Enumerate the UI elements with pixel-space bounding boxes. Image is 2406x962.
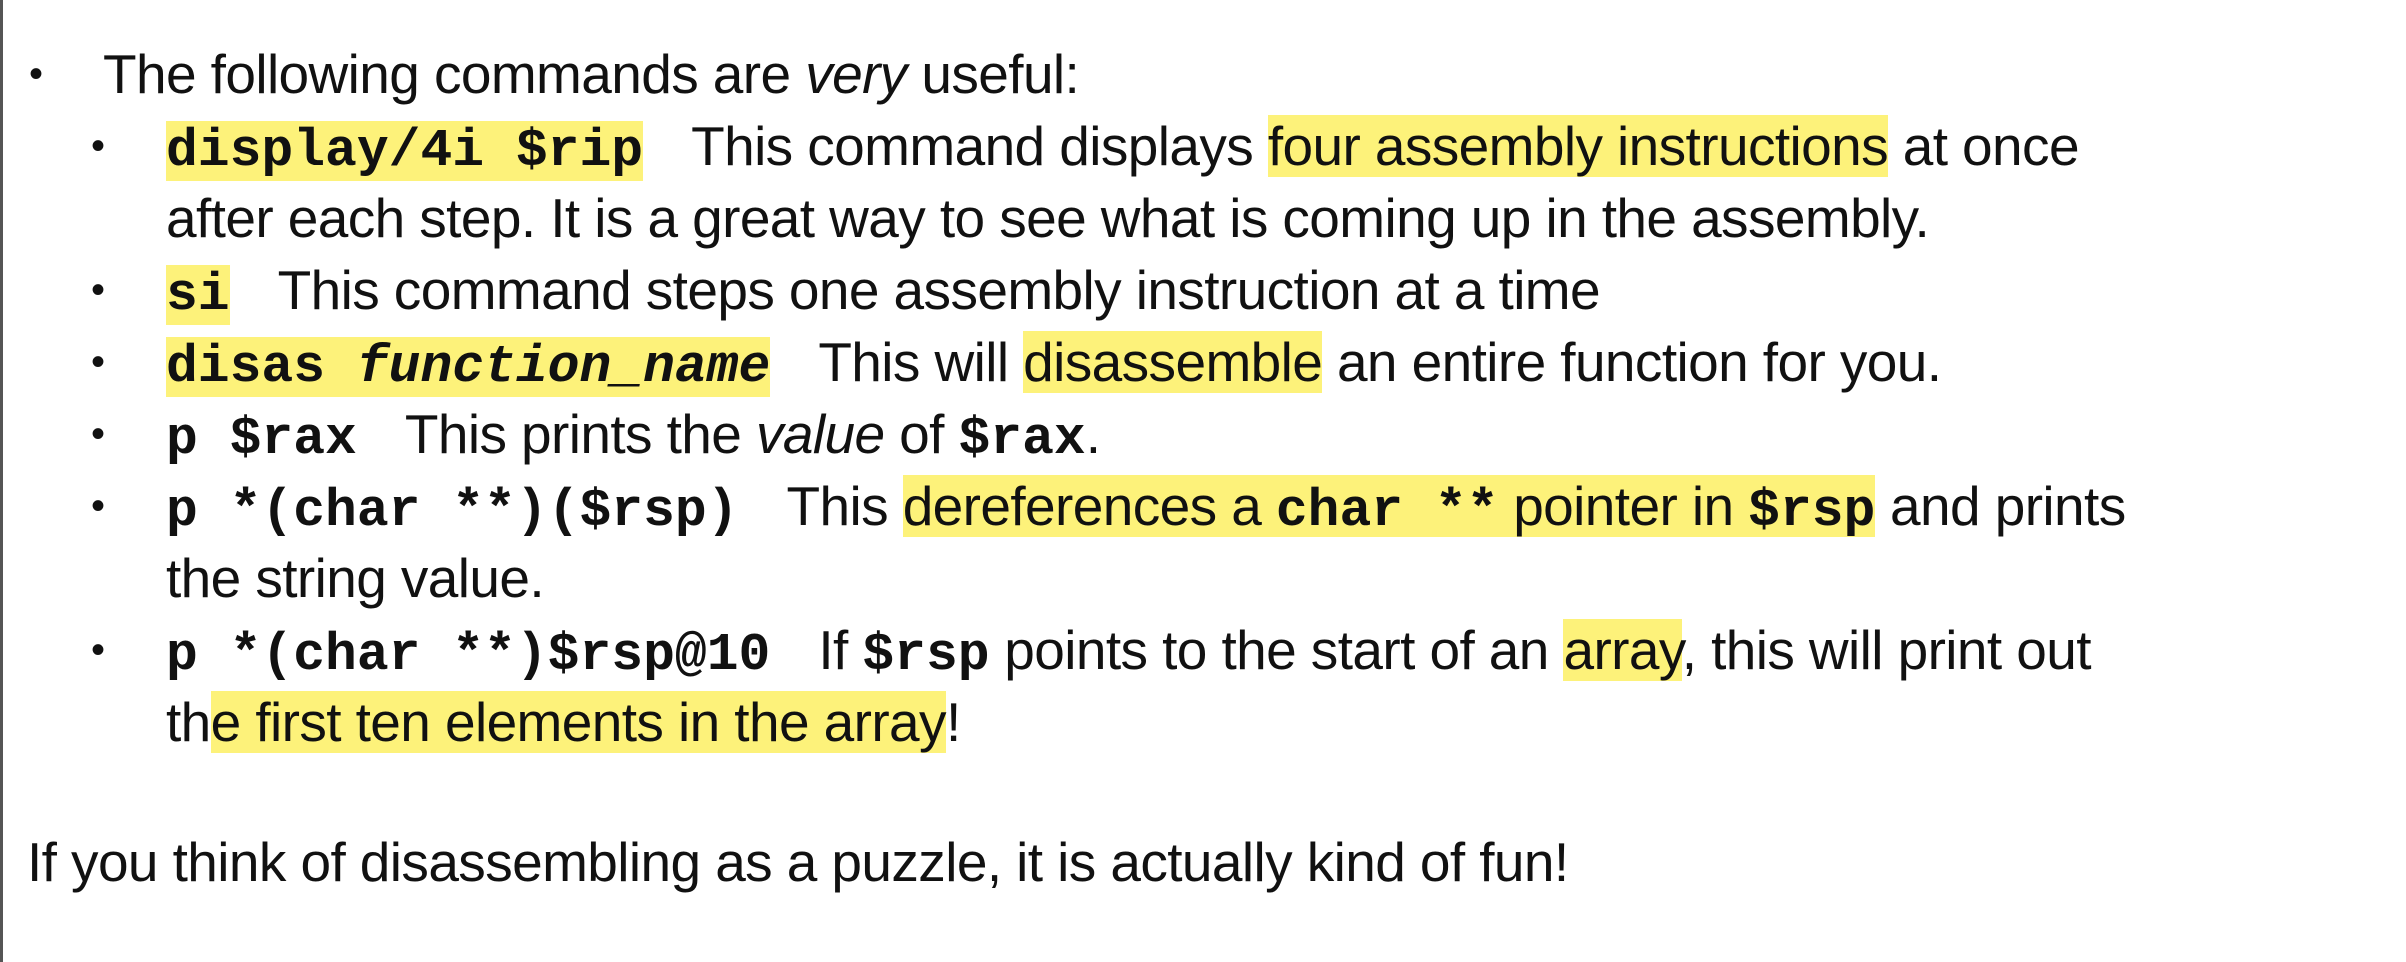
item-6-highlight: array <box>1563 619 1682 681</box>
item-5-text-before: This <box>786 475 903 537</box>
item-1-line: display/4i $rip This command displays fou… <box>166 110 2080 187</box>
item-4-command: p $rax <box>166 409 357 469</box>
item-4-text-mid: of <box>884 403 959 465</box>
item-3-command: disas function_name <box>166 337 771 397</box>
item-6-text-mid: points to the start of an <box>989 619 1564 681</box>
item-6-text-after: , this will print out <box>1681 619 2092 681</box>
item-5-hl-text-2: pointer in <box>1498 475 1749 537</box>
item-4-text-before: This prints the <box>404 403 756 465</box>
item-2-bullet: • <box>91 268 106 312</box>
item-3-text-before: This will <box>818 331 1024 393</box>
item-3-bullet: • <box>91 340 106 384</box>
intro-line: The following commands are very useful: <box>103 38 1080 110</box>
item-6-continuation: the first ten elements in the array! <box>166 686 961 758</box>
item-1-text-after: at once <box>1888 115 2080 177</box>
item-6-line: p *(char **)$rsp@10 If $rsp points to the… <box>166 614 2092 691</box>
item-5-hl-code-2: $rsp <box>1748 481 1876 541</box>
item-5-text-after: and prints <box>1875 475 2126 537</box>
item-2-text: This command steps one assembly instruct… <box>277 259 1601 321</box>
item-5-command: p *(char **)($rsp) <box>166 481 739 541</box>
item-4-line: p $rax This prints the value of $rax. <box>166 398 1101 475</box>
item-5-continuation: the string value. <box>166 547 545 609</box>
item-1-text-before: This command displays <box>691 115 1268 177</box>
item-6-cont-before: th <box>166 691 211 753</box>
item-2-line: si This command steps one assembly instru… <box>166 254 1601 331</box>
closing-text: If you think of disassembling as a puzzl… <box>27 831 1569 893</box>
item-1-command: display/4i $rip <box>166 121 644 181</box>
item-5-hl-text-1: dereferences a <box>902 475 1276 537</box>
item-6-bullet: • <box>91 628 106 672</box>
item-3-line: disas function_name This will disassemble… <box>166 326 1942 403</box>
item-6-cont-after: ! <box>945 691 961 753</box>
item-1-bullet: • <box>91 124 106 168</box>
item-4-bullet: • <box>91 412 106 456</box>
item-3-command-arg: function_name <box>356 337 771 397</box>
item-6-command: p *(char **)$rsp@10 <box>166 625 771 685</box>
item-1-continuation: after each step. It is a great way to se… <box>166 187 1930 249</box>
item-3-command-prefix: disas <box>166 337 357 397</box>
item-5-hl-code-1: char ** <box>1275 481 1499 541</box>
item-5-bullet: • <box>91 484 106 528</box>
item-6-text-before: If <box>818 619 863 681</box>
item-4-text-after: . <box>1085 403 1101 465</box>
intro-text-before: The following commands are <box>103 43 806 105</box>
item-4-code-ref: $rax <box>958 409 1086 469</box>
intro-bullet: • <box>29 52 44 96</box>
item-4-emphasis: value <box>755 403 885 465</box>
item-2-command: si <box>166 265 230 325</box>
item-5-line: p *(char **)($rsp) This dereferences a ch… <box>166 470 2126 547</box>
item-6-cont-highlight: e first ten elements in the array <box>210 691 947 753</box>
item-3-highlight: disassemble <box>1023 331 1323 393</box>
item-1-highlight: four assembly instructions <box>1267 115 1889 177</box>
slide-content: • The following commands are very useful… <box>3 0 2406 962</box>
item-3-text-after: an entire function for you. <box>1322 331 1942 393</box>
intro-emphasis: very <box>805 43 907 105</box>
item-5-highlight: dereferences a char ** pointer in $rsp <box>902 475 1876 541</box>
item-6-code-ref: $rsp <box>862 625 990 685</box>
intro-text-after: useful: <box>906 43 1080 105</box>
